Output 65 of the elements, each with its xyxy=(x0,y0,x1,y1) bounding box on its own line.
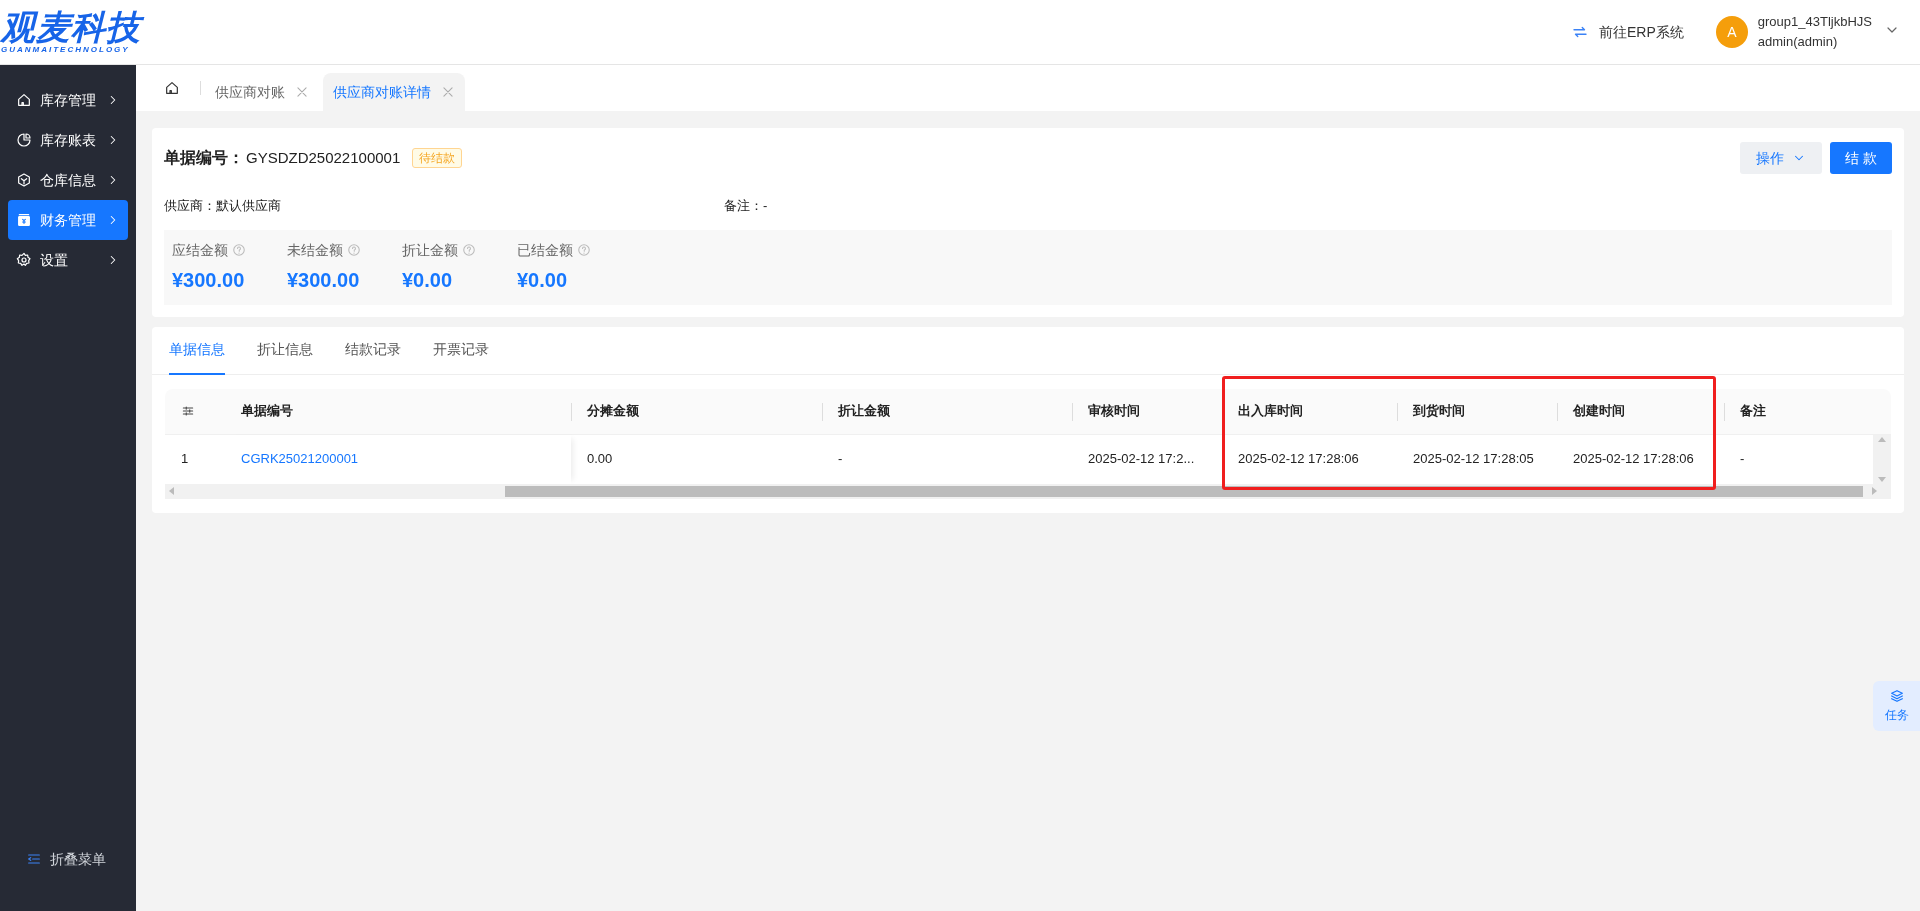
page-tab[interactable]: 供应商对账详情 xyxy=(323,73,465,111)
detail-tab[interactable]: 开票记录 xyxy=(433,326,489,375)
column-header: 备注 xyxy=(1740,402,1766,421)
close-icon xyxy=(295,85,309,99)
table-cell-text: - xyxy=(838,450,843,469)
help-icon xyxy=(347,243,361,257)
table-cell-text: 2025-02-12 17:28:06 xyxy=(1238,450,1359,469)
table-cell-text: 2025-02-12 17:28:05 xyxy=(1413,450,1534,469)
user-group: group1_43TljkbHJS xyxy=(1757,12,1872,32)
close-icon xyxy=(441,85,455,99)
detail-tab[interactable]: 单据信息 xyxy=(169,326,225,375)
amount-label: 已结金额 xyxy=(517,240,573,260)
home-icon xyxy=(164,80,180,96)
detail-tab[interactable]: 结款记录 xyxy=(345,326,401,375)
amount-value: ¥300.00 xyxy=(172,267,246,293)
column-header: 出入库时间 xyxy=(1238,402,1303,421)
layers-icon xyxy=(1888,688,1905,704)
table-cell-text: 2025-02-12 17:28:06 xyxy=(1573,450,1694,469)
amount-value: ¥0.00 xyxy=(517,267,569,293)
table-cell-text: 0.00 xyxy=(587,450,613,469)
table-cell-text: 2025-02-12 17:2... xyxy=(1088,450,1195,469)
amount-value: ¥0.00 xyxy=(402,267,454,293)
collapse-menu-button[interactable]: 折叠菜单 xyxy=(8,844,128,874)
sidebar-item[interactable]: 库存管理 xyxy=(8,80,128,120)
help-icon xyxy=(232,243,246,257)
document-number-label: 单据编号： xyxy=(164,148,244,168)
home-icon xyxy=(16,92,32,108)
column-header: 折让金额 xyxy=(838,402,890,421)
cube-icon xyxy=(16,172,32,188)
column-settings-icon xyxy=(181,404,195,418)
column-header: 单据编号 xyxy=(241,402,293,421)
settle-button[interactable]: 结 款 xyxy=(1830,142,1892,174)
help-icon xyxy=(577,243,591,257)
erp-link[interactable]: 前往ERP系统 xyxy=(1571,21,1684,43)
logo-subtitle: GUANMAITECHNOLOGY xyxy=(1,45,131,55)
table-cell-text: 1 xyxy=(181,450,189,469)
amount-value: ¥300.00 xyxy=(287,267,361,293)
field-text: 备注：- xyxy=(724,197,769,215)
column-header: 创建时间 xyxy=(1573,402,1625,421)
detail-tab[interactable]: 折让信息 xyxy=(257,326,313,375)
document-link[interactable]: CGRK25021200001 xyxy=(241,449,359,469)
task-button[interactable]: 任务 xyxy=(1873,681,1920,731)
help-icon xyxy=(462,243,476,257)
settings-icon xyxy=(16,252,32,268)
amount-label: 应结金额 xyxy=(172,240,228,260)
field-text: 供应商：默认供应商 xyxy=(164,197,282,215)
operations-dropdown[interactable]: 操作 xyxy=(1740,142,1823,174)
vertical-scrollbar[interactable] xyxy=(1873,434,1891,484)
amount-label: 未结金额 xyxy=(287,240,343,260)
sidebar-item[interactable]: 仓库信息 xyxy=(8,160,128,200)
status-tag: 待结款 xyxy=(412,148,463,168)
column-header: 分摊金额 xyxy=(587,402,639,421)
wallet-icon xyxy=(16,212,32,228)
sidebar-item[interactable]: 财务管理 xyxy=(8,200,128,240)
user-name: admin(admin) xyxy=(1757,33,1839,51)
amount-label: 折让金额 xyxy=(402,240,458,260)
document-number: GYSDZD25022100001 xyxy=(246,147,401,168)
sidebar-item[interactable]: 库存账表 xyxy=(8,120,128,160)
column-header: 审核时间 xyxy=(1088,402,1140,421)
sidebar-item[interactable]: 设置 xyxy=(8,240,128,280)
menu-fold-icon xyxy=(26,851,42,867)
column-header: 到货时间 xyxy=(1413,402,1465,421)
table-cell-text: - xyxy=(1740,450,1745,469)
pie-chart-icon xyxy=(16,132,32,148)
page-tab[interactable]: 供应商对账 xyxy=(205,73,319,111)
